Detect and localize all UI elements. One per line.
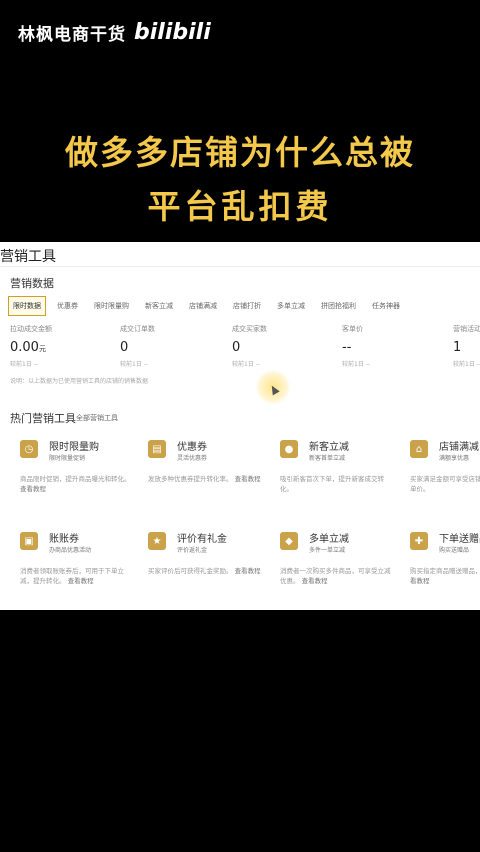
divider <box>0 266 480 267</box>
tool-name: 限时限量购 <box>49 442 99 453</box>
coupon-icon: ▤ <box>148 440 166 458</box>
tab-overview[interactable]: 限时数据 <box>8 296 46 316</box>
metric-campaigns: 营销活动 1 较前1日 -- <box>453 324 480 368</box>
tool-card-limited-time[interactable]: ◷ 限时限量购 限时限量促销 商品限时促销，提升商品曝光和转化。 查看教程 <box>20 438 138 508</box>
metric-avg-price: 客单价 -- 较前1日 -- <box>342 324 452 368</box>
section-title-hot-tools: 热门营销工具 <box>10 412 76 425</box>
tool-name: 多单立减 <box>309 534 349 545</box>
metrics-row: 拉动成交金额 0.00元 较前1日 -- 成交订单数 0 较前1日 -- 成交买… <box>10 324 480 368</box>
tutorial-link[interactable]: 查看教程 <box>68 577 94 585</box>
metric-value: 1 <box>453 340 462 355</box>
marketing-tools-panel: 营销工具 营销数据 限时数据 优惠券 限时限量购 新客立减 店铺满减 店铺打折 … <box>0 242 480 610</box>
tool-tag: 购买送赠品 <box>439 547 470 554</box>
ticket-icon: ▣ <box>20 532 38 550</box>
bottom-black-area <box>0 610 480 852</box>
metric-label: 营销活动 <box>453 325 480 333</box>
tool-tag: 新客首单立减 <box>309 455 346 462</box>
metric-compare: 较前1日 -- <box>453 361 480 368</box>
clock-icon: ◷ <box>20 440 38 458</box>
tool-name: 店铺满减 <box>439 442 479 453</box>
tool-tag: 多件一单立减 <box>309 547 346 554</box>
metric-value: 0 <box>232 340 241 355</box>
data-note: 说明：以上数据为已使用营销工具的店铺的销售数据 <box>10 378 149 385</box>
tool-card-gift[interactable]: ✚ 下单送赠品 购买送赠品 购买指定商品赠送赠品，提升转化。 查看教程 <box>410 530 480 600</box>
metric-value: 0 <box>120 340 129 355</box>
tab-multi-order[interactable]: 多单立减 <box>272 296 310 316</box>
tool-card-review-reward[interactable]: ★ 评价有礼金 评价返礼金 买家评价后可获得礼金奖励。 查看教程 <box>148 530 266 600</box>
tool-card-new-customer[interactable]: ● 新客立减 新客首单立减 吸引新客首次下单，提升新客成交转化。 <box>280 438 398 508</box>
star-icon: ★ <box>148 532 166 550</box>
metric-label: 成交买家数 <box>232 325 267 333</box>
brand-header: 林枫电商干货 bilibili <box>18 20 211 45</box>
metric-label: 成交订单数 <box>120 325 155 333</box>
metric-compare: 较前1日 -- <box>10 361 39 368</box>
tool-tag: 评价返礼金 <box>177 547 208 554</box>
store-icon: ⌂ <box>410 440 428 458</box>
tutorial-link[interactable]: 查看教程 <box>235 567 261 575</box>
metric-compare: 较前1日 -- <box>120 361 149 368</box>
tutorial-link[interactable]: 查看教程 <box>20 485 46 493</box>
tool-desc: 消费者一次购买多件商品，可享受立减优惠。 <box>280 567 391 585</box>
tool-card-coupon[interactable]: ▤ 优惠券 灵活优惠券 发放多种优惠券提升转化率。 查看教程 <box>148 438 266 508</box>
gift-icon: ✚ <box>410 532 428 550</box>
tool-card-multi-order[interactable]: ◆ 多单立减 多件一单立减 消费者一次购买多件商品，可享受立减优惠。 查看教程 <box>280 530 398 600</box>
tool-tag: 灵活优惠券 <box>177 455 208 462</box>
tool-desc: 发放多种优惠券提升转化率。 <box>148 475 233 483</box>
section-title-marketing-data: 营销数据 <box>10 277 54 290</box>
metric-value: -- <box>342 340 352 355</box>
metric-value: 0.00 <box>10 340 39 355</box>
tool-tag: 满额享优惠 <box>439 455 470 462</box>
tool-desc: 购买指定商品赠送赠品，提升转化。 <box>410 567 480 575</box>
tool-tag: 限时限量促销 <box>49 455 86 462</box>
tutorial-link[interactable]: 查看教程 <box>302 577 328 585</box>
tool-name: 优惠券 <box>177 442 207 453</box>
metric-compare: 较前1日 -- <box>232 361 261 368</box>
metric-unit: 元 <box>38 345 46 353</box>
all-tools-link[interactable]: 全部营销工具 <box>76 413 118 423</box>
metric-gmv: 拉动成交金额 0.00元 较前1日 -- <box>10 324 120 368</box>
tab-new-customer[interactable]: 新客立减 <box>140 296 178 316</box>
tool-desc: 商品限时促销，提升商品曝光和转化。 <box>20 475 131 483</box>
bag-icon: ◆ <box>280 532 298 550</box>
new-customer-icon: ● <box>280 440 298 458</box>
tool-desc: 买家评价后可获得礼金奖励。 <box>148 567 233 575</box>
metric-label: 拉动成交金额 <box>10 325 52 333</box>
page-title: 营销工具 <box>0 249 56 265</box>
tool-name: 评价有礼金 <box>177 534 227 545</box>
tool-card-store-discount[interactable]: ⌂ 店铺满减 满额享优惠 买家满足金额可享受店铺优惠，提升客单价。 <box>410 438 480 508</box>
tool-tag: 办商品优惠活动 <box>49 547 92 554</box>
tool-name: 账账券 <box>49 534 79 545</box>
tool-card-ticket[interactable]: ▣ 账账券 办商品优惠活动 消费者领取账账券后，可用于下单立减，提升转化。 查看… <box>20 530 138 600</box>
tool-name: 下单送赠品 <box>439 534 480 545</box>
tool-desc: 吸引新客首次下单，提升新客成交转化。 <box>280 475 384 493</box>
metric-orders: 成交订单数 0 较前1日 -- <box>120 324 230 368</box>
tab-group-buy[interactable]: 拼团抢福利 <box>316 296 361 316</box>
metric-label: 客单价 <box>342 325 363 333</box>
brand-text: 林枫电商干货 <box>18 25 126 45</box>
tab-store-sale[interactable]: 店铺打折 <box>228 296 266 316</box>
headline-line-1: 做多多店铺为什么总被 <box>65 133 415 172</box>
bilibili-logo: bilibili <box>134 20 211 45</box>
data-tabs: 限时数据 优惠券 限时限量购 新客立减 店铺满减 店铺打折 多单立减 拼团抢福利… <box>8 296 405 316</box>
tutorial-link[interactable]: 查看教程 <box>235 475 261 483</box>
tab-limited-time[interactable]: 限时限量购 <box>89 296 134 316</box>
tool-desc: 买家满足金额可享受店铺优惠，提升客单价。 <box>410 475 480 493</box>
tab-task-tool[interactable]: 任务神器 <box>367 296 405 316</box>
metric-compare: 较前1日 -- <box>342 361 371 368</box>
tab-store-discount[interactable]: 店铺满减 <box>184 296 222 316</box>
tool-name: 新客立减 <box>309 442 349 453</box>
metric-buyers: 成交买家数 0 较前1日 -- <box>232 324 342 368</box>
tab-coupon[interactable]: 优惠券 <box>52 296 83 316</box>
headline-line-2: 平台乱扣费 <box>147 187 333 226</box>
